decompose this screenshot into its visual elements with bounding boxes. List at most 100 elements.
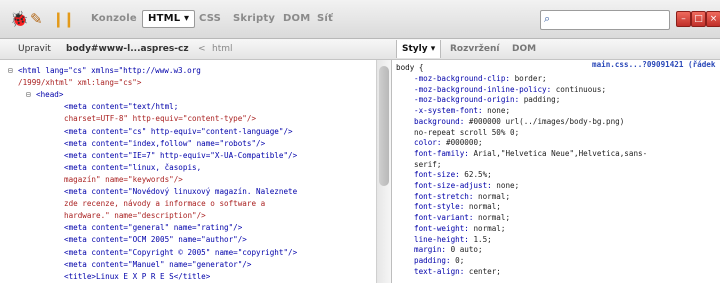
- css-property[interactable]: margin:: [414, 245, 451, 254]
- css-value[interactable]: normal;: [478, 192, 510, 201]
- css-value[interactable]: #000000 url(../images/body-bg.png): [469, 117, 624, 126]
- css-rule[interactable]: -moz-background-inline-policy: continuou…: [414, 85, 606, 95]
- scrollbar[interactable]: [376, 60, 392, 283]
- css-style-panel[interactable]: body { main.css...?09091421 (řádek 1) -m…: [392, 60, 720, 283]
- inspect-icon[interactable]: ✎: [30, 10, 43, 28]
- css-property[interactable]: line-height:: [414, 235, 473, 244]
- css-property[interactable]: color:: [414, 138, 446, 147]
- tab-scripts[interactable]: Skripty: [228, 11, 280, 27]
- css-property[interactable]: font-size:: [414, 170, 464, 179]
- html-tree-line[interactable]: <meta content="cs" http-equiv="content-l…: [64, 127, 293, 137]
- minimize-button[interactable]: –: [676, 11, 691, 27]
- css-property[interactable]: -moz-background-inline-policy:: [414, 85, 556, 94]
- tab-html[interactable]: HTML ▾: [142, 10, 196, 28]
- css-value[interactable]: center;: [469, 267, 501, 276]
- css-rule[interactable]: margin: 0 auto;: [414, 245, 483, 255]
- css-value[interactable]: normal;: [478, 213, 510, 222]
- breadcrumb-current[interactable]: body#www-l...aspres-cz: [66, 39, 189, 59]
- html-tree-line[interactable]: <title>Linux E X P R E S</title>: [64, 272, 210, 282]
- html-tree-line[interactable]: <meta content="linux, časopis,: [64, 163, 201, 173]
- tab-net[interactable]: Síť: [312, 11, 338, 27]
- html-tree-line[interactable]: <meta content="Copyright © 2005" name="c…: [64, 248, 297, 258]
- html-tree-line[interactable]: <meta content="Novédový linuxový magazín…: [64, 187, 297, 197]
- search-icon: ⌕: [544, 12, 551, 25]
- html-tree-line[interactable]: /1999/xhtml" xml:lang="cs">: [18, 78, 141, 88]
- css-rule[interactable]: -moz-background-clip: border;: [414, 74, 547, 84]
- html-tree-line[interactable]: magazín" name="keywords"/>: [64, 175, 183, 185]
- tree-toggle-icon[interactable]: ⊟: [26, 90, 31, 100]
- css-value[interactable]: 0 auto;: [451, 245, 483, 254]
- css-property[interactable]: -x-system-font:: [414, 106, 487, 115]
- tab-layout[interactable]: Rozvržení: [450, 39, 500, 59]
- tab-console[interactable]: Konzole: [86, 11, 142, 27]
- close-button[interactable]: ×: [706, 11, 720, 27]
- html-tree-line[interactable]: <meta content="IE=7" http-equiv="X-UA-Co…: [64, 151, 297, 161]
- tree-toggle-icon[interactable]: ⊟: [8, 66, 13, 76]
- edit-button[interactable]: Upravit: [18, 39, 51, 59]
- css-rule[interactable]: no-repeat scroll 50% 0;: [414, 128, 519, 138]
- css-rule[interactable]: background: #000000 url(../images/body-b…: [414, 117, 624, 127]
- css-property[interactable]: padding:: [414, 256, 455, 265]
- css-value[interactable]: none;: [496, 181, 519, 190]
- css-rule[interactable]: serif;: [414, 160, 441, 170]
- css-value[interactable]: #000000;: [446, 138, 483, 147]
- pause-icon[interactable]: ❙❙: [52, 10, 75, 28]
- css-rule[interactable]: font-size-adjust: none;: [414, 181, 519, 191]
- css-value[interactable]: none;: [487, 106, 510, 115]
- css-property[interactable]: font-style:: [414, 202, 469, 211]
- css-property[interactable]: background:: [414, 117, 469, 126]
- tab-dom[interactable]: DOM: [278, 11, 315, 27]
- css-value[interactable]: continuous;: [556, 85, 606, 94]
- css-rule[interactable]: line-height: 1.5;: [414, 235, 492, 245]
- html-tree-line[interactable]: charset=UTF-8" http-equiv="content-type"…: [64, 114, 256, 124]
- tab-side-dom[interactable]: DOM: [512, 39, 536, 59]
- css-property[interactable]: font-size-adjust:: [414, 181, 496, 190]
- html-tree-line[interactable]: <meta content="OCM 2005" name="author"/>: [64, 235, 247, 245]
- css-rule[interactable]: text-align: center;: [414, 267, 501, 277]
- css-property[interactable]: -moz-background-origin:: [414, 95, 524, 104]
- css-rule[interactable]: font-style: normal;: [414, 202, 501, 212]
- css-value[interactable]: border;: [515, 74, 547, 83]
- tab-css[interactable]: CSS: [194, 11, 226, 27]
- css-value[interactable]: 62.5%;: [464, 170, 491, 179]
- html-tree-line[interactable]: <head>: [36, 90, 63, 100]
- css-value[interactable]: normal;: [473, 224, 505, 233]
- css-property[interactable]: font-family:: [414, 149, 473, 158]
- css-value[interactable]: 0;: [455, 256, 464, 265]
- css-rule[interactable]: font-stretch: normal;: [414, 192, 510, 202]
- scrollbar-thumb[interactable]: [379, 66, 389, 186]
- html-tree-line[interactable]: <meta content="general" name="rating"/>: [64, 223, 242, 233]
- css-rule[interactable]: color: #000000;: [414, 138, 483, 148]
- html-tree-line[interactable]: <meta content="text/html;: [64, 102, 178, 112]
- css-property[interactable]: -moz-background-clip:: [414, 74, 515, 83]
- html-tree-line[interactable]: <meta content="Manuel" name="generator"/…: [64, 260, 251, 270]
- css-value[interactable]: padding;: [524, 95, 561, 104]
- css-rule[interactable]: font-weight: normal;: [414, 224, 505, 234]
- css-value[interactable]: 1.5;: [473, 235, 491, 244]
- css-rule[interactable]: font-size: 62.5%;: [414, 170, 492, 180]
- css-property[interactable]: font-variant:: [414, 213, 478, 222]
- css-source-link[interactable]: main.css...?09091421 (řádek 1): [592, 60, 720, 70]
- css-value[interactable]: normal;: [469, 202, 501, 211]
- css-rule[interactable]: font-family: Arial,"Helvetica Neue",Helv…: [414, 149, 647, 159]
- firebug-icon[interactable]: 🐞: [10, 10, 29, 28]
- search-input[interactable]: ⌕: [540, 10, 670, 30]
- breadcrumb-parent[interactable]: html: [212, 39, 233, 59]
- html-tree-panel[interactable]: ⊟ <html lang="cs" xmlns="http://www.w3.or…: [0, 60, 376, 283]
- html-tree-line[interactable]: hardware." name="description"/>: [64, 211, 206, 221]
- css-value[interactable]: serif;: [414, 160, 441, 169]
- css-rule[interactable]: -x-system-font: none;: [414, 106, 510, 116]
- css-value[interactable]: no-repeat scroll 50% 0;: [414, 128, 519, 137]
- css-property[interactable]: font-stretch:: [414, 192, 478, 201]
- css-rule[interactable]: font-variant: normal;: [414, 213, 510, 223]
- tab-styles[interactable]: Styly ▾: [396, 40, 442, 58]
- css-property[interactable]: text-align:: [414, 267, 469, 276]
- html-tree-line[interactable]: zde recenze, návody a informace o softwa…: [64, 199, 265, 209]
- detach-button[interactable]: □: [691, 11, 706, 27]
- css-value[interactable]: Arial,"Helvetica Neue",Helvetica,sans-: [473, 149, 647, 158]
- html-tree-line[interactable]: <html lang="cs" xmlns="http://www.w3.org: [18, 66, 201, 76]
- css-rule[interactable]: -moz-background-origin: padding;: [414, 95, 560, 105]
- css-rule[interactable]: padding: 0;: [414, 256, 464, 266]
- html-tree-line[interactable]: <meta content="index,follow" name="robot…: [64, 139, 265, 149]
- css-property[interactable]: font-weight:: [414, 224, 473, 233]
